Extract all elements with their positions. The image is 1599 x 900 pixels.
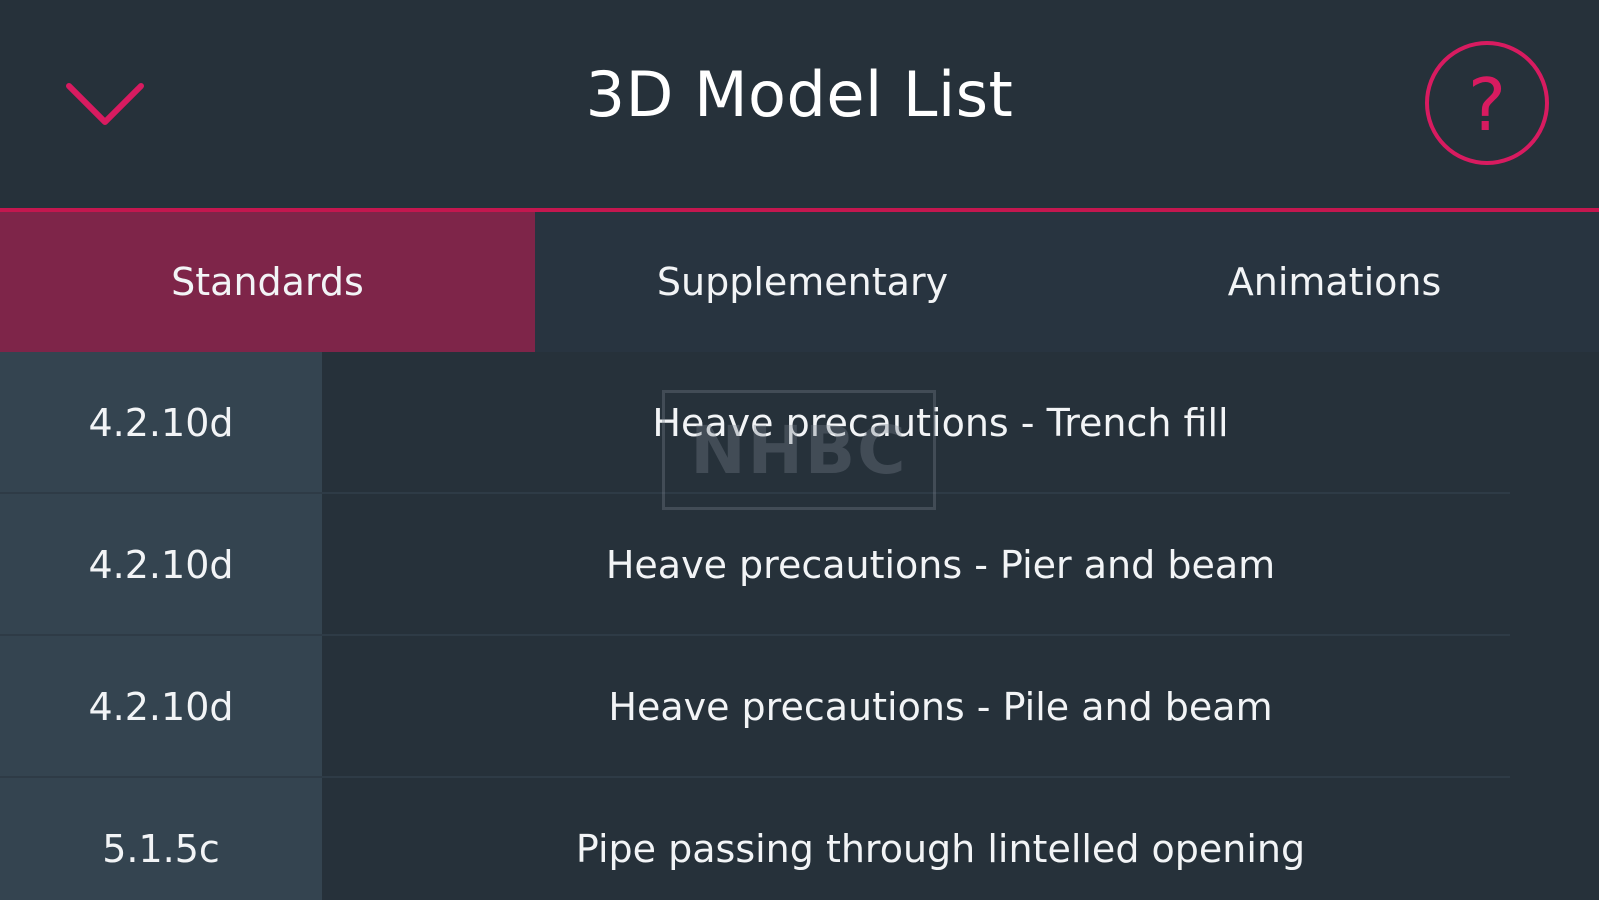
list-item-title: Heave precautions - Pier and beam: [605, 543, 1276, 587]
tab-bar: Standards Supplementary Animations: [0, 212, 1599, 352]
app-root: 3D Model List ? Standards Supplementary …: [0, 0, 1599, 900]
tab-supplementary[interactable]: Supplementary: [535, 212, 1070, 352]
list-item-code: 5.1.5c: [0, 778, 322, 900]
list-item-code: 4.2.10d: [0, 636, 322, 778]
list-item-title: Heave precautions - Pile and beam: [608, 685, 1273, 729]
tab-standards[interactable]: Standards: [0, 212, 535, 352]
list-item-code: 4.2.10d: [0, 352, 322, 494]
list-item[interactable]: 5.1.5c Pipe passing through lintelled op…: [0, 778, 1599, 900]
list-item-code: 4.2.10d: [0, 494, 322, 636]
question-mark-icon: ?: [1467, 63, 1507, 147]
list-item-title: Pipe passing through lintelled opening: [575, 827, 1306, 871]
model-list: 4.2.10d Heave precautions - Trench fill …: [0, 352, 1599, 900]
tab-animations[interactable]: Animations: [1070, 212, 1599, 352]
help-button[interactable]: ?: [1425, 41, 1549, 165]
list-item[interactable]: 4.2.10d Heave precautions - Pier and bea…: [0, 494, 1599, 636]
list-item[interactable]: 4.2.10d Heave precautions - Trench fill: [0, 352, 1599, 494]
list-item[interactable]: 4.2.10d Heave precautions - Pile and bea…: [0, 636, 1599, 778]
list-item-title: Heave precautions - Trench fill: [652, 401, 1229, 445]
header-bar: 3D Model List ?: [0, 0, 1599, 208]
page-title: 3D Model List: [585, 58, 1014, 131]
